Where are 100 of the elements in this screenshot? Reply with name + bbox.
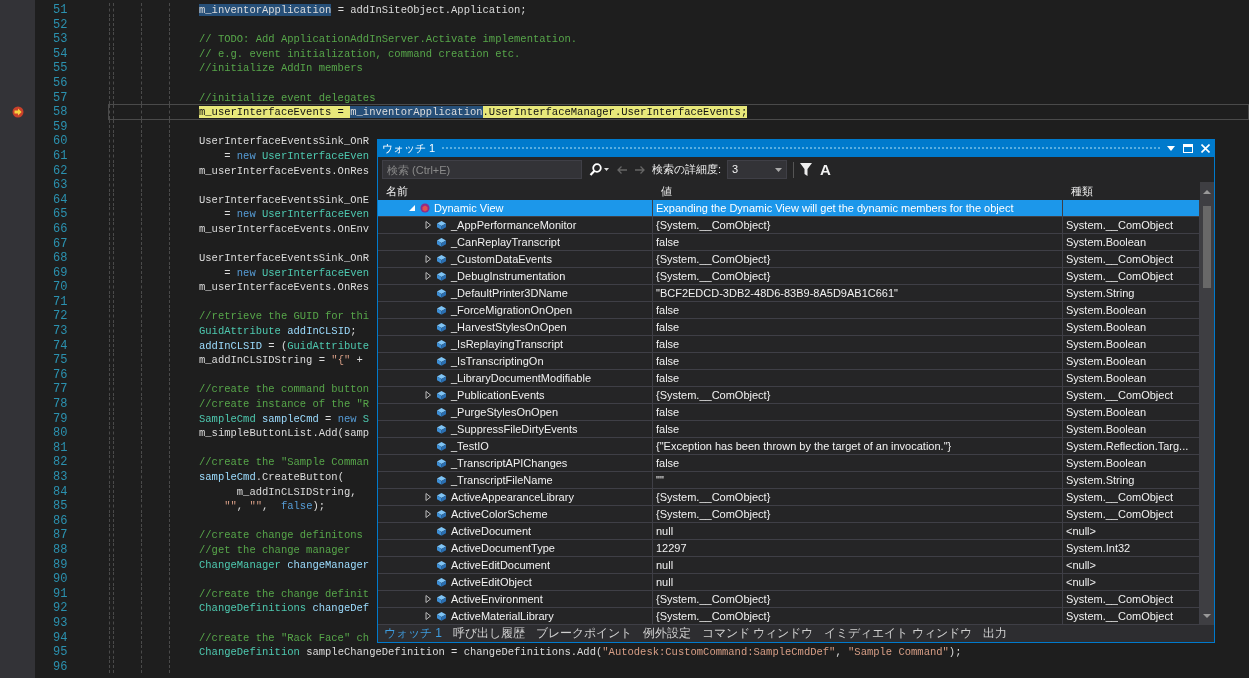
watch-row[interactable]: _DefaultPrinter3DName "BCF2EDCD-3DB2-48D6-83B9-8A5D9AB1C661" System.String (378, 285, 1200, 302)
watch-row[interactable]: _ForceMigrationOnOpen false System.Boolean (378, 302, 1200, 319)
column-header: 名前 (385, 184, 409, 199)
back-arrow-icon[interactable] (616, 164, 628, 175)
line-number: 64 (52, 192, 69, 208)
line-number: 65 (52, 207, 69, 222)
row-value: false (653, 370, 1063, 387)
watch-row[interactable]: ActiveEnvironment {System.__ComObject} System.__ComObject (378, 591, 1200, 608)
line-number: 58 (52, 105, 69, 120)
line-number: 83 (52, 470, 69, 485)
property-icon (436, 577, 447, 587)
row-name: _PurgeStylesOnOpen (451, 404, 558, 420)
property-icon (436, 594, 447, 604)
depth-select[interactable]: 3 (727, 160, 788, 179)
panel-tab[interactable]: 呼び出し履歴 (453, 625, 525, 642)
watch-row[interactable]: _AppPerformanceMonitor {System.__ComObject} System.__ComObject (378, 217, 1200, 234)
row-value: 12297 (653, 540, 1063, 557)
expand-icon[interactable] (424, 221, 432, 229)
row-name: _ForceMigrationOnOpen (451, 302, 573, 318)
row-value: {System.__ComObject} (653, 251, 1063, 268)
caret-icon (775, 167, 783, 172)
property-icon (436, 390, 447, 400)
row-name: _TranscriptFileName (451, 472, 553, 488)
code-line: ChangeManager changeManager (199, 557, 370, 572)
column-header: 値 (660, 184, 673, 199)
forward-arrow-icon[interactable] (634, 164, 646, 175)
row-name: _LibraryDocumentModifiable (451, 370, 591, 386)
watch-row[interactable]: _SuppressFileDirtyEvents false System.Boolean (378, 421, 1200, 438)
expand-icon[interactable] (424, 255, 432, 263)
case-button[interactable]: A (818, 162, 833, 177)
line-number: 53 (52, 32, 69, 47)
code-line: ChangeDefinitions changeDef (199, 601, 370, 615)
watch-row[interactable]: _DebugInstrumentation {System.__ComObject} System.__ComObject (378, 268, 1200, 285)
watch-row[interactable]: ActiveAppearanceLibrary {System.__ComObject} System.__ComObject (378, 489, 1200, 506)
code-line: UserInterfaceEventsSink_OnR (199, 251, 370, 265)
watch-row[interactable]: ActiveColorScheme {System.__ComObject} System.__ComObject (378, 506, 1200, 523)
expand-icon[interactable] (424, 272, 432, 280)
row-name: ActiveEditObject (451, 574, 532, 590)
expand-icon[interactable] (424, 493, 432, 501)
row-value: {System.__ComObject} (653, 591, 1063, 608)
watch-row[interactable]: ActiveEditObject null <null> (378, 574, 1200, 591)
property-icon (436, 356, 447, 366)
property-icon (436, 611, 447, 621)
row-value: false (653, 404, 1063, 421)
line-number: 68 (52, 251, 69, 266)
code-line: //retrieve the GUID for thi (199, 309, 370, 324)
panel-tab[interactable]: 出力 (982, 625, 1007, 642)
search-icon[interactable] (588, 162, 610, 177)
watch-row[interactable]: _TestIO {"Exception has been thrown by the target of an invocation."} System.Reflection.Targ... (378, 438, 1200, 455)
expand-icon[interactable] (424, 612, 432, 620)
scrollbar[interactable] (1200, 182, 1214, 625)
watch-row[interactable]: _CustomDataEvents {System.__ComObject} System.__ComObject (378, 251, 1200, 268)
close-icon[interactable] (1201, 144, 1210, 153)
panel-tab[interactable]: ウォッチ 1 (384, 625, 442, 642)
code-line: addInCLSID = (GuidAttribute (199, 338, 370, 353)
expand-icon[interactable] (424, 391, 432, 399)
expanded-icon[interactable] (408, 204, 416, 212)
row-value: "" (653, 472, 1063, 489)
row-name: Dynamic View (434, 200, 504, 216)
line-number: 96 (52, 659, 69, 675)
watch-row[interactable]: _TranscriptFileName "" System.String (378, 472, 1200, 489)
line-number: 72 (52, 309, 69, 325)
watch-row[interactable]: _LibraryDocumentModifiable false System.Boolean (378, 370, 1200, 387)
code-line: SampleCmd sampleCmd = new S (199, 411, 370, 426)
dynamic-view-icon (420, 203, 430, 213)
watch-row[interactable]: ActiveEditDocument null <null> (378, 557, 1200, 574)
watch-row[interactable]: _PurgeStylesOnOpen false System.Boolean (378, 404, 1200, 421)
panel-tab[interactable]: ブレークポイント (536, 625, 632, 642)
code-line: m_addInCLSIDString = "{" + (199, 353, 363, 367)
line-number: 69 (52, 265, 69, 281)
line-number: 57 (52, 90, 69, 106)
line-number: 91 (52, 586, 69, 602)
panel-tab[interactable]: コマンド ウィンドウ (702, 625, 814, 642)
line-number: 67 (52, 236, 69, 252)
panel-tab[interactable]: 例外設定 (643, 625, 691, 642)
maximize-icon[interactable] (1183, 144, 1193, 153)
line-number: 73 (52, 324, 69, 339)
search-field[interactable]: 検索 (Ctrl+E) (382, 160, 582, 179)
watch-row[interactable]: _PublicationEvents {System.__ComObject} System.__ComObject (378, 387, 1200, 404)
code-line: //create the "Sample Comman (199, 455, 370, 469)
watch-row[interactable]: _IsReplayingTranscript false System.Boolean (378, 336, 1200, 353)
dropdown-icon[interactable] (1167, 145, 1175, 152)
watch-row[interactable]: _HarvestStylesOnOpen false System.Boolean (378, 319, 1200, 336)
row-value: {System.__ComObject} (653, 489, 1063, 506)
expand-icon[interactable] (424, 510, 432, 518)
panel-tab[interactable]: イミディエイト ウィンドウ (824, 625, 972, 642)
watch-row[interactable]: ActiveDocument null <null> (378, 523, 1200, 540)
watch-row[interactable]: _TranscriptAPIChanges false System.Boolean (378, 455, 1200, 472)
line-number: 63 (52, 178, 69, 193)
code-line: //create the change definit (199, 586, 370, 601)
expand-icon[interactable] (424, 595, 432, 603)
watch-row[interactable]: _CanReplayTranscript false System.Boolean (378, 234, 1200, 251)
code-line: ChangeDefinition sampleChangeDefinition = changeDefinitions.Add("Autodesk:CustomCommand:SampleCmdDef", "Sample Command"); (199, 645, 962, 659)
watch-row[interactable]: ActiveDocumentType 12297 System.Int32 (378, 540, 1200, 557)
watch-row[interactable]: _IsTranscriptingOn false System.Boolean (378, 353, 1200, 370)
property-icon (436, 458, 447, 468)
line-number: 66 (52, 221, 69, 237)
row-name: _CanReplayTranscript (451, 234, 561, 250)
line-number: 54 (52, 46, 69, 62)
filter-icon[interactable] (800, 163, 813, 176)
